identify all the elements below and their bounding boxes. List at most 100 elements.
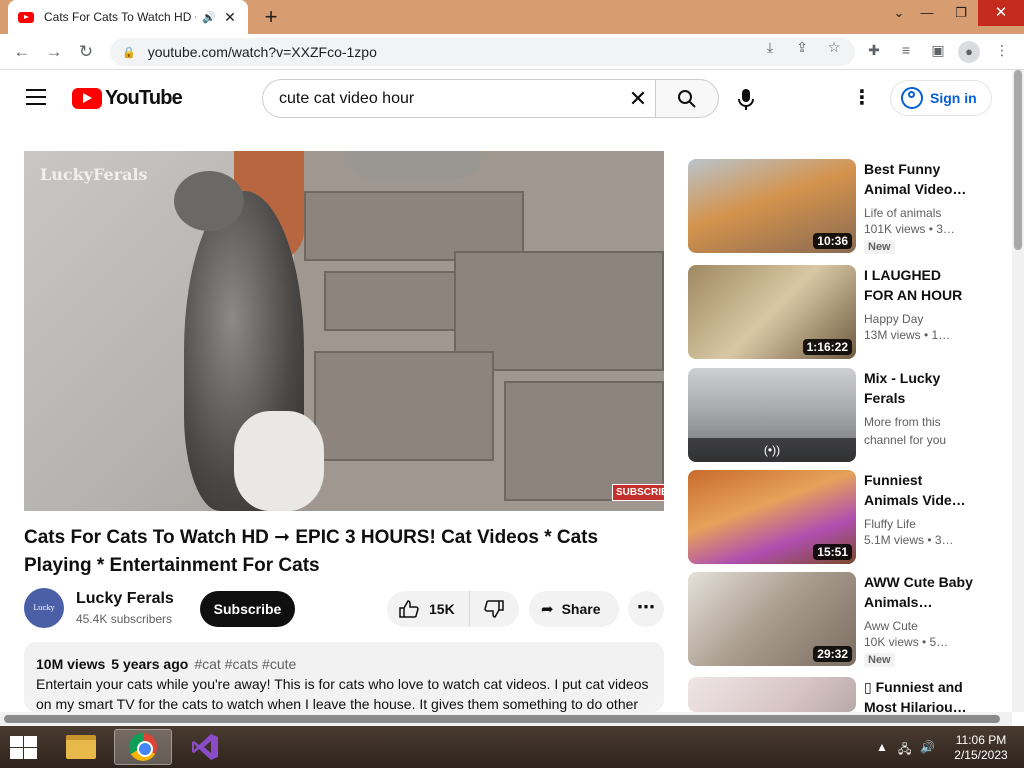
recommendation-item[interactable]: 10:36 Best Funny Animal Video… Life of a… <box>688 159 988 254</box>
dislike-button[interactable] <box>470 600 504 618</box>
sign-in-label: Sign in <box>930 90 977 106</box>
recommendation-channel: Happy Day <box>864 312 924 326</box>
recommendation-channel: Life of animals <box>864 206 942 220</box>
recommendation-views: 13M views • 1… <box>864 328 951 342</box>
video-thumbnail[interactable]: 29:32 <box>688 572 856 666</box>
restore-button[interactable]: ❐ <box>944 0 978 26</box>
description-text: Entertain your cats while you're away! T… <box>36 676 649 712</box>
side-panel-icon[interactable]: ▣ <box>928 42 948 59</box>
browser-tab[interactable]: Cats For Cats To Watch HD ➞ 🔊 ✕ <box>8 0 248 34</box>
minimize-button[interactable]: — <box>910 0 944 26</box>
video-thumbnail[interactable]: 15:51 <box>688 470 856 564</box>
vertical-scrollbar[interactable] <box>1012 70 1024 712</box>
extensions-icon[interactable]: ✚ <box>864 42 884 59</box>
subscribe-button[interactable]: Subscribe <box>200 591 295 627</box>
cat-white-patch <box>234 411 324 511</box>
hamburger-menu-icon[interactable] <box>26 89 46 105</box>
clear-search-icon[interactable]: ✕ <box>625 86 651 112</box>
hashtags[interactable]: #cat #cats #cute <box>194 656 296 672</box>
back-icon[interactable]: ← <box>10 40 34 64</box>
recommendation-item[interactable]: (•)) Mix - Lucky Ferals More from this c… <box>688 368 988 462</box>
video-duration: 1:16:22 <box>802 339 852 355</box>
recommendation-channel: Fluffy Life <box>864 517 916 531</box>
media-control-icon[interactable]: ≡ <box>896 42 916 58</box>
recommendation-channel: Aww Cute <box>864 619 918 633</box>
video-thumbnail[interactable]: 10:36 <box>688 159 856 253</box>
microphone-icon[interactable] <box>736 88 756 112</box>
video-player[interactable]: LuckyFerals SUBSCRIBE <box>24 151 664 511</box>
network-icon[interactable]: 🖧 <box>898 740 911 761</box>
search-button[interactable] <box>655 79 719 118</box>
forward-icon[interactable]: → <box>42 40 66 64</box>
share-page-icon[interactable]: ⇪ <box>792 39 812 56</box>
recommendation-title[interactable]: AWW Cute Baby Animals… <box>864 572 974 612</box>
account-icon <box>901 87 923 109</box>
recommendation-title[interactable]: I LAUGHED FOR AN HOUR🙀… <box>864 265 974 305</box>
subscribe-watermark[interactable]: SUBSCRIBE <box>612 484 664 501</box>
mix-thumbnail[interactable]: (•)) <box>688 368 856 462</box>
horizontal-scrollbar[interactable] <box>0 712 1012 726</box>
visual-studio-logo-icon <box>192 734 218 760</box>
video-duration: 10:36 <box>813 233 852 249</box>
search-query: cute cat video hour <box>279 89 415 107</box>
clock-date: 2/15/2023 <box>954 748 1008 762</box>
recommendation-item[interactable]: 15:51 Funniest Animals Vide… Fluffy Life… <box>688 470 988 564</box>
close-tab-icon[interactable]: ✕ <box>222 9 238 26</box>
youtube-logo[interactable]: YouTube <box>72 87 183 110</box>
planter <box>344 151 484 179</box>
thumbs-down-icon <box>483 600 504 618</box>
like-button[interactable]: 15K <box>387 591 470 627</box>
recommendation-title[interactable]: Funniest Animals Vide… <box>864 470 974 510</box>
search-input[interactable]: cute cat video hour <box>262 79 656 118</box>
file-explorer-icon[interactable] <box>52 729 110 765</box>
show-hidden-icons[interactable]: ▲ <box>876 740 888 754</box>
thumbs-up-icon <box>399 600 419 618</box>
windows-taskbar: ▲ 🖧 🔊 11:06 PM 2/15/2023 <box>0 726 1024 768</box>
browser-menu-icon[interactable]: ⋮ <box>992 42 1012 59</box>
system-clock[interactable]: 11:06 PM 2/15/2023 <box>946 733 1016 763</box>
chrome-taskbar-icon[interactable] <box>114 729 172 765</box>
profile-avatar-icon[interactable]: ● <box>958 41 980 63</box>
sign-in-button[interactable]: Sign in <box>890 80 992 116</box>
visual-studio-icon[interactable] <box>176 729 234 765</box>
reload-icon[interactable]: ↻ <box>74 40 98 64</box>
lock-icon[interactable]: 🔒 <box>122 46 136 59</box>
upload-age: 5 years ago <box>111 656 189 672</box>
recommendation-title[interactable]: ▯ Funniest and Most Hilariou… <box>864 677 974 712</box>
close-window-button[interactable]: ✕ <box>978 0 1024 26</box>
mix-radio-icon: (•)) <box>688 438 856 462</box>
browser-titlebar: Cats For Cats To Watch HD ➞ 🔊 ✕ + ⌄ — ❐ … <box>0 0 1024 34</box>
video-thumbnail[interactable] <box>688 677 856 712</box>
windows-start-icon[interactable] <box>8 734 38 760</box>
subscriber-count: 45.4K subscribers <box>76 612 173 626</box>
tab-title: Cats For Cats To Watch HD ➞ <box>44 10 197 24</box>
recommendation-title[interactable]: Mix - Lucky Ferals <box>864 368 974 408</box>
chrome-logo-icon <box>129 733 157 761</box>
install-icon[interactable]: ⤓ <box>760 39 780 56</box>
new-tab-button[interactable]: + <box>258 4 284 30</box>
channel-name[interactable]: Lucky Ferals <box>76 590 174 608</box>
youtube-favicon-icon <box>18 11 34 23</box>
description-box[interactable]: 10M views 5 years ago #cat #cats #cute Ent… <box>24 642 664 712</box>
channel-avatar[interactable]: Lucky Ferals <box>24 588 64 652</box>
like-dislike-group: 15K <box>387 591 519 627</box>
settings-kebab-icon[interactable]: ⋮ <box>850 88 874 108</box>
share-button[interactable]: ➦ Share <box>529 591 619 627</box>
address-bar[interactable]: 🔒 youtube.com/watch?v=XXZFco-1zpo <box>110 38 855 66</box>
video-duration: 29:32 <box>813 646 852 662</box>
recommendation-views: 5.1M views • 3… <box>864 533 954 547</box>
recommendation-title[interactable]: Best Funny Animal Video… <box>864 159 974 199</box>
recommendation-item[interactable]: 1:16:22 I LAUGHED FOR AN HOUR🙀… Happy Da… <box>688 265 988 359</box>
view-count: 10M views <box>36 656 106 672</box>
audio-playing-icon[interactable]: 🔊 <box>202 11 216 24</box>
recommendation-item[interactable]: 29:32 AWW Cute Baby Animals… Aww Cute 10… <box>688 572 988 667</box>
logo-text: YouTube <box>105 87 183 109</box>
bookmark-star-icon[interactable]: ☆ <box>824 39 844 56</box>
scrollbar-thumb[interactable] <box>1014 70 1022 250</box>
brick <box>504 381 664 501</box>
volume-icon[interactable]: 🔊 <box>920 740 935 754</box>
more-actions-button[interactable]: ⋯ <box>628 591 664 627</box>
recommendation-item[interactable]: ▯ Funniest and Most Hilariou… <box>688 677 988 712</box>
scrollbar-thumb[interactable] <box>4 715 1000 723</box>
video-thumbnail[interactable]: 1:16:22 <box>688 265 856 359</box>
